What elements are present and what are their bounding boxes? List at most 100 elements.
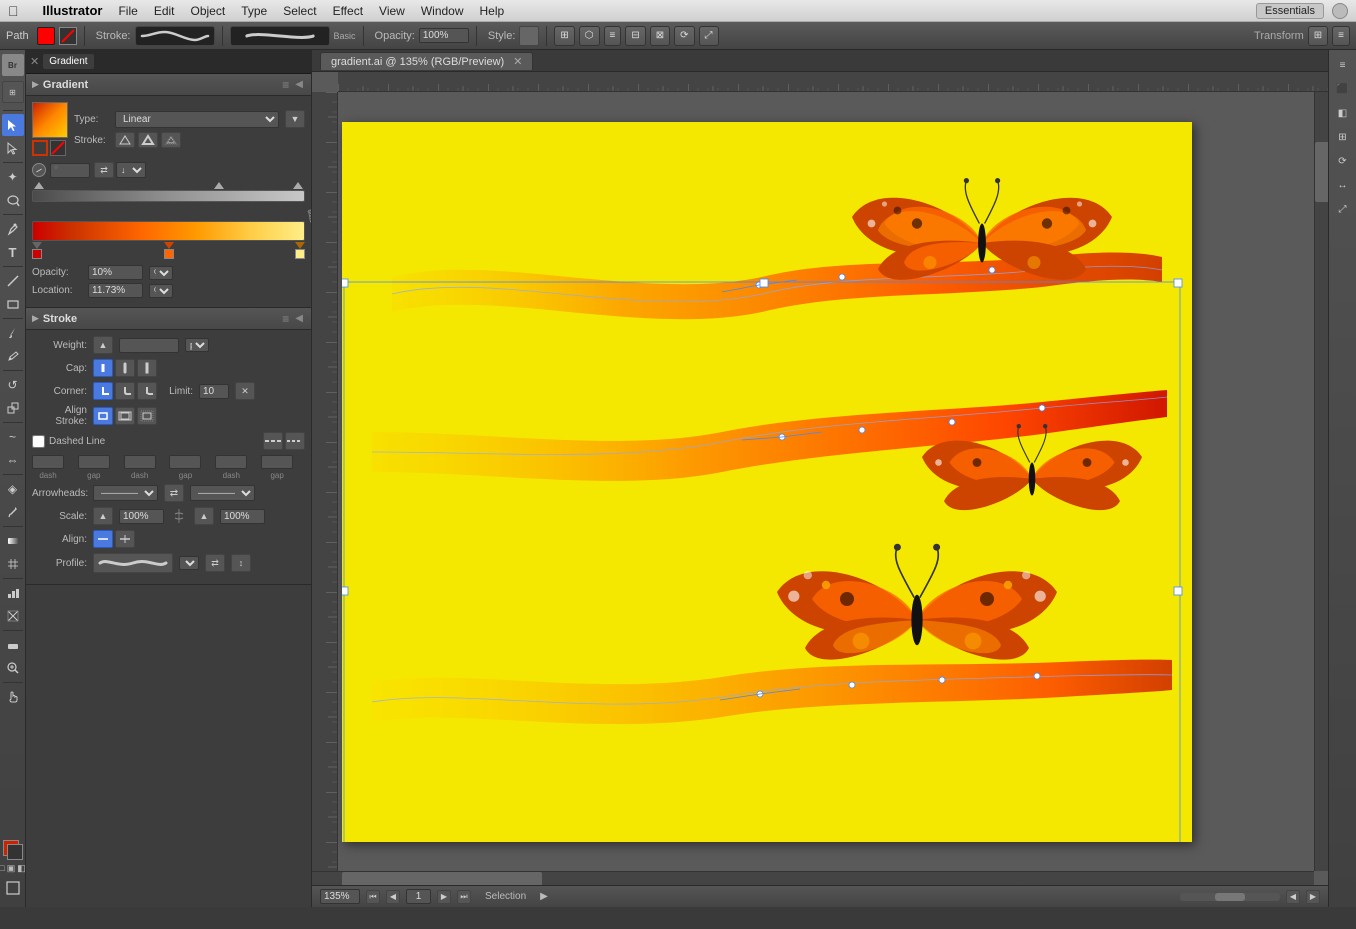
stroke-panel-header[interactable]: ▶ Stroke ≡ ◀ [26,308,311,330]
panel-options[interactable]: ≡ [1332,26,1350,46]
color-icon[interactable]: ▣ [7,863,16,874]
scale-start-input[interactable] [119,509,164,524]
weight-decrease-btn[interactable]: ▲ [93,336,113,354]
scroll-right-btn[interactable]: ▶ [1306,890,1320,904]
cap-square-btn[interactable] [137,359,157,377]
gradient-repeat-select[interactable]: ↓ [116,162,146,178]
gradient-panel-header[interactable]: ▶ Gradient ≡ ◀ [26,74,311,96]
tool-hand[interactable] [2,686,24,708]
corner-round-btn[interactable] [115,382,135,400]
gap-1-input[interactable] [78,455,110,469]
arrowhead-end-select[interactable]: ────── [190,485,255,501]
stroke-center-btn[interactable] [138,132,158,148]
color-stop-mid[interactable] [164,242,174,259]
dashed-line-checkbox[interactable] [32,435,45,448]
distribute-button[interactable]: ⊠ [650,26,670,46]
stroke-color-button[interactable] [59,27,77,45]
scrollbar-bottom[interactable] [312,871,1314,885]
color-stop-left[interactable] [32,242,42,259]
align-outside-stroke-btn[interactable] [137,407,157,425]
gradient-upper-handle-left[interactable] [34,182,44,189]
gradient-angle-dial[interactable] [32,163,46,177]
stroke-outside-btn[interactable] [161,132,181,148]
scrollbar-thumb-vertical[interactable] [1315,142,1328,202]
tool-lasso[interactable] [2,189,24,211]
tool-width[interactable]: ⇔ [2,449,24,471]
profile-flip-btn[interactable]: ⇄ [205,554,225,572]
align-center-button[interactable]: ≡ [604,26,622,46]
align-right-button[interactable]: ⊟ [625,26,645,46]
right-btn-7[interactable]: ⤢ [1332,198,1354,220]
bridge-button[interactable]: Br [2,54,24,76]
page-input[interactable] [406,889,431,904]
gradient-delete-stop-btn[interactable]: 🗑 [305,208,312,225]
opacity-unit-select[interactable]: % [149,266,173,280]
right-btn-6[interactable]: ↔ [1332,174,1354,196]
color-stop-right[interactable] [295,242,305,259]
profile-arrow-select[interactable]: ▼ [179,556,199,570]
gradient-fill-swatch[interactable] [32,102,68,138]
limit-close-btn[interactable]: ✕ [235,382,255,400]
right-btn-4[interactable]: ⊞ [1332,126,1354,148]
scale-decrease-end[interactable]: ▲ [194,507,214,525]
gradient-icon[interactable]: ◧ [17,863,26,874]
menu-object[interactable]: Object [191,4,226,18]
page-next-btn[interactable]: ▶ [437,890,451,904]
profile-vertical-flip-btn[interactable]: ↕ [231,554,251,572]
search-icon[interactable] [1332,3,1348,19]
menu-view[interactable]: View [379,4,405,18]
change-screen-mode[interactable] [2,877,24,899]
tool-slice[interactable] [2,605,24,627]
location-value-input[interactable] [88,283,143,298]
status-scroll-thumb[interactable] [1215,893,1245,901]
tool-blend[interactable]: ◈ [2,478,24,500]
tool-type[interactable]: T [2,241,24,263]
document-tab[interactable]: gradient.ai @ 135% (RGB/Preview) ✕ [320,52,533,70]
gradient-type-select[interactable]: Linear Radial [115,111,279,128]
gap-3-input[interactable] [261,455,293,469]
align-start-btn[interactable] [93,530,113,548]
weight-input[interactable] [119,338,179,353]
none-icon[interactable]: □ [0,863,5,874]
dashed-corner-preserving-btn[interactable] [263,432,283,450]
arrowhead-swap-btn[interactable]: ⇄ [164,484,184,502]
tool-pencil[interactable] [2,345,24,367]
align-center-stroke-btn[interactable] [93,407,113,425]
stroke-profile-preview[interactable] [135,26,215,46]
weight-unit-select[interactable]: pt [185,338,209,352]
canvas-container[interactable] [312,72,1328,885]
gradient-reverse-btn[interactable]: ⇄ [94,162,114,178]
right-btn-5[interactable]: ⟳ [1332,150,1354,172]
right-btn-1[interactable]: ≡ [1332,54,1354,76]
limit-input[interactable] [199,384,229,399]
essentials-button[interactable]: Essentials [1256,3,1324,19]
tool-eyedropper[interactable] [2,501,24,523]
page-prev-btn[interactable]: ◀ [386,890,400,904]
gap-2-input[interactable] [169,455,201,469]
opacity-input[interactable] [419,28,469,43]
stroke-panel-collapse[interactable]: ◀ [295,313,303,324]
fill-color-button[interactable] [37,27,55,45]
tool-pen[interactable] [2,218,24,240]
gradient-color-bar[interactable] [32,221,305,241]
gradient-upper-handle-mid[interactable] [214,182,224,189]
align-center-btn[interactable] [115,530,135,548]
tool-rotate[interactable]: ↺ [2,374,24,396]
gradient-panel-menu[interactable]: ≡ [282,78,289,92]
page-first-btn[interactable]: ⏮ [366,890,380,904]
arrowhead-start-select[interactable]: ────── [93,485,158,501]
stroke-panel-menu[interactable]: ≡ [282,312,289,326]
gradient-upper-handle-right[interactable] [293,182,303,189]
stroke-inside-btn[interactable] [115,132,135,148]
tool-mesh[interactable] [2,553,24,575]
scale-end-input[interactable] [220,509,265,524]
scroll-left-btn[interactable]: ◀ [1286,890,1300,904]
tool-line[interactable] [2,270,24,292]
menu-effect[interactable]: Effect [333,4,363,18]
page-last-btn[interactable]: ⏭ [457,890,471,904]
dash-2-input[interactable] [124,455,156,469]
corner-miter-btn[interactable] [93,382,113,400]
align-left-button[interactable]: ⬡ [579,26,600,46]
corner-bevel-btn[interactable] [137,382,157,400]
cap-butt-btn[interactable] [93,359,113,377]
